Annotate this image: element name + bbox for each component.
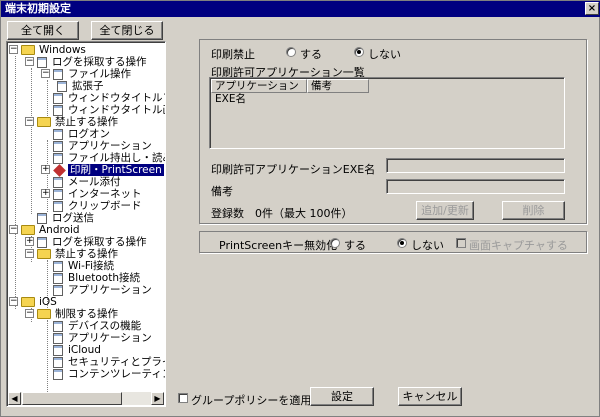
document-icon [53, 284, 63, 296]
tree-item[interactable]: − 禁止する操作 [25, 116, 120, 128]
tree-item[interactable]: セキュリティとプライバシー [41, 356, 165, 368]
printscreen-yes-radio[interactable] [330, 238, 340, 248]
settings-tree[interactable]: − Windows − ログを採取する操作 − ファイル操作 拡張子 ウィンドウタイト… [6, 41, 166, 407]
document-icon [53, 356, 63, 368]
expand-all-button[interactable]: 全て開く [7, 21, 79, 40]
tree-item[interactable]: アプリケーション [41, 284, 154, 296]
column-header-exe[interactable]: アプリケーションEXE名 [211, 79, 307, 105]
print-ban-yes-label: する [300, 48, 322, 61]
document-icon [53, 344, 63, 356]
add-update-button[interactable]: 追加/更新 [416, 201, 474, 220]
folder-icon [37, 117, 51, 127]
close-button[interactable]: × [585, 2, 599, 15]
printscreen-no-label: しない [411, 239, 444, 252]
tree-item[interactable]: メール添付 [41, 176, 123, 188]
document-icon [53, 104, 63, 116]
document-icon [53, 272, 63, 284]
title-bar: 端末初期設定 × [1, 1, 600, 17]
tree-item[interactable]: ファイル持出し・読み込み [41, 152, 165, 164]
tree-item[interactable]: ログ送信 [25, 212, 96, 224]
tree-item[interactable]: − Android [9, 224, 82, 236]
tree-horizontal-scrollbar[interactable]: ◀ ▶ [8, 392, 164, 405]
exe-name-input[interactable] [386, 158, 565, 173]
tree-item[interactable]: − ログを採取する操作 [25, 56, 149, 68]
settings-window: 端末初期設定 × 全て開く 全て閉じる − Windows − ログを採取する操作 … [0, 0, 600, 417]
tree-item[interactable]: − ファイル操作 [41, 68, 133, 80]
folder-icon [37, 249, 51, 259]
capture-checkbox[interactable] [456, 238, 466, 248]
window-title: 端末初期設定 [5, 2, 71, 15]
folder-icon [21, 45, 35, 55]
scroll-thumb[interactable] [22, 392, 122, 405]
printscreen-yes-label: する [344, 239, 366, 252]
tree-item[interactable]: + ログを採取する操作 [25, 236, 149, 248]
tree-item[interactable]: アプリケーション [41, 140, 154, 152]
tree-item[interactable]: − Windows [9, 44, 88, 56]
tree-item[interactable]: コンテンツレーティング [41, 368, 165, 380]
tree-item[interactable]: − 禁止する操作 [25, 248, 120, 260]
print-ban-label: 印刷禁止 [211, 48, 255, 61]
note-label: 備考 [211, 185, 233, 198]
tree-item[interactable]: ウィンドウタイトル画面キャ [41, 104, 165, 116]
tree-item[interactable]: ログオン [41, 128, 112, 140]
tree-item[interactable]: Bluetooth接続 [41, 272, 142, 284]
document-icon [53, 128, 63, 140]
tree-item[interactable]: − 制限する操作 [25, 308, 120, 320]
cancel-button[interactable]: キャンセル [398, 387, 462, 406]
tree-item-print-printscreen[interactable]: + 印刷・PrintScreen [41, 163, 164, 177]
document-icon [53, 332, 63, 344]
document-icon [53, 92, 63, 104]
document-icon [53, 368, 63, 380]
document-icon [53, 68, 63, 80]
apply-button[interactable]: 設定 [310, 387, 374, 406]
scroll-left-icon[interactable]: ◀ [8, 392, 21, 405]
group-policy-label: グループポリシーを適用 [191, 394, 312, 407]
group-policy-checkbox[interactable] [178, 393, 188, 403]
allowed-apps-list[interactable]: アプリケーションEXE名 備考 [209, 77, 565, 149]
tree-item[interactable]: Wi-Fi接続 [41, 260, 116, 272]
print-ban-no-label: しない [368, 48, 401, 61]
folder-icon [37, 309, 51, 319]
tree-item[interactable]: − iOS [9, 296, 59, 308]
printscreen-disable-label: PrintScreenキー無効化 [219, 239, 338, 252]
document-icon [53, 260, 63, 272]
printscreen-no-radio[interactable] [397, 238, 407, 248]
tree-item[interactable]: ウィンドウタイトルフィルタ [41, 92, 165, 104]
tree-item[interactable]: 拡張子 [57, 80, 106, 92]
document-icon [53, 188, 63, 200]
document-icon [53, 176, 63, 188]
document-icon [53, 152, 63, 164]
scroll-right-icon[interactable]: ▶ [151, 392, 164, 405]
exe-name-label: 印刷許可アプリケーションEXE名 [211, 163, 376, 176]
document-icon [53, 320, 63, 332]
print-ban-no-radio[interactable] [354, 47, 364, 57]
folder-icon [21, 225, 35, 235]
collapse-all-button[interactable]: 全て閉じる [91, 21, 163, 40]
document-icon [37, 56, 47, 68]
note-input[interactable] [386, 179, 565, 194]
tree-item[interactable]: アプリケーション [41, 332, 154, 344]
registered-count: 登録数 0件（最大 100件） [211, 207, 353, 220]
tree-item[interactable]: iCloud [41, 344, 103, 356]
delete-button[interactable]: 削除 [502, 201, 565, 220]
print-icon [53, 163, 66, 177]
tree-item[interactable]: + インターネット [41, 188, 144, 200]
tree-item[interactable]: クリップボード [41, 200, 144, 212]
document-icon [53, 140, 63, 152]
tree-item[interactable]: デバイスの機能 [41, 320, 143, 332]
column-header-note[interactable]: 備考 [307, 79, 369, 93]
capture-label: 画面キャプチャする [469, 239, 568, 252]
document-icon [53, 200, 63, 212]
print-ban-yes-radio[interactable] [286, 47, 296, 57]
folder-icon [21, 297, 35, 307]
document-icon [37, 212, 47, 224]
document-icon [37, 236, 47, 248]
document-icon [57, 80, 67, 92]
